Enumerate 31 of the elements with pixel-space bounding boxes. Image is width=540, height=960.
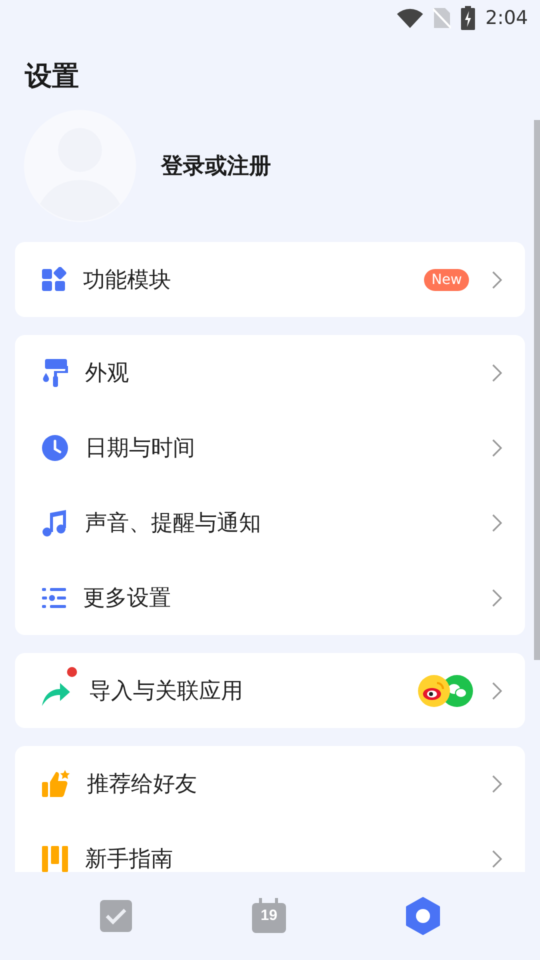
page-title: 设置 [24,60,80,94]
status-time: 2:04 [485,7,528,29]
chevron-icon [491,362,503,382]
settings-item[interactable]: 功能模块 New [15,242,525,317]
chevron-icon [491,774,503,794]
wifi-icon [397,8,424,28]
book-icon [41,844,69,872]
chevron-icon [491,512,503,532]
settings-item[interactable]: 日期与时间 [15,410,525,485]
thumbs-up-icon [41,768,71,798]
chevron-icon [491,588,503,608]
chevron-icon [491,848,503,868]
music-note-icon [41,508,69,536]
settings-item[interactable]: 更多设置 [15,560,525,635]
calendar-date: 19 [260,907,278,924]
battery-charging-icon [461,6,476,30]
new-badge: New [424,268,469,290]
no-sim-icon [433,7,452,29]
clock-icon [41,434,69,462]
settings-item[interactable]: 新手指南 [15,821,525,872]
paint-roller-icon [41,358,69,388]
login-link[interactable]: 登录或注册 [161,151,271,181]
chevron-icon [491,680,503,700]
chevron-icon [491,438,503,458]
settings-item[interactable]: 声音、提醒与通知 [15,485,525,560]
settings-item[interactable]: 导入与关联应用 [15,653,525,728]
chevron-icon [491,270,503,290]
grid-icon [41,266,67,292]
settings-item[interactable]: 外观 [15,335,525,410]
list-icon [41,586,67,610]
settings-item[interactable]: 推荐给好友 [15,746,525,821]
